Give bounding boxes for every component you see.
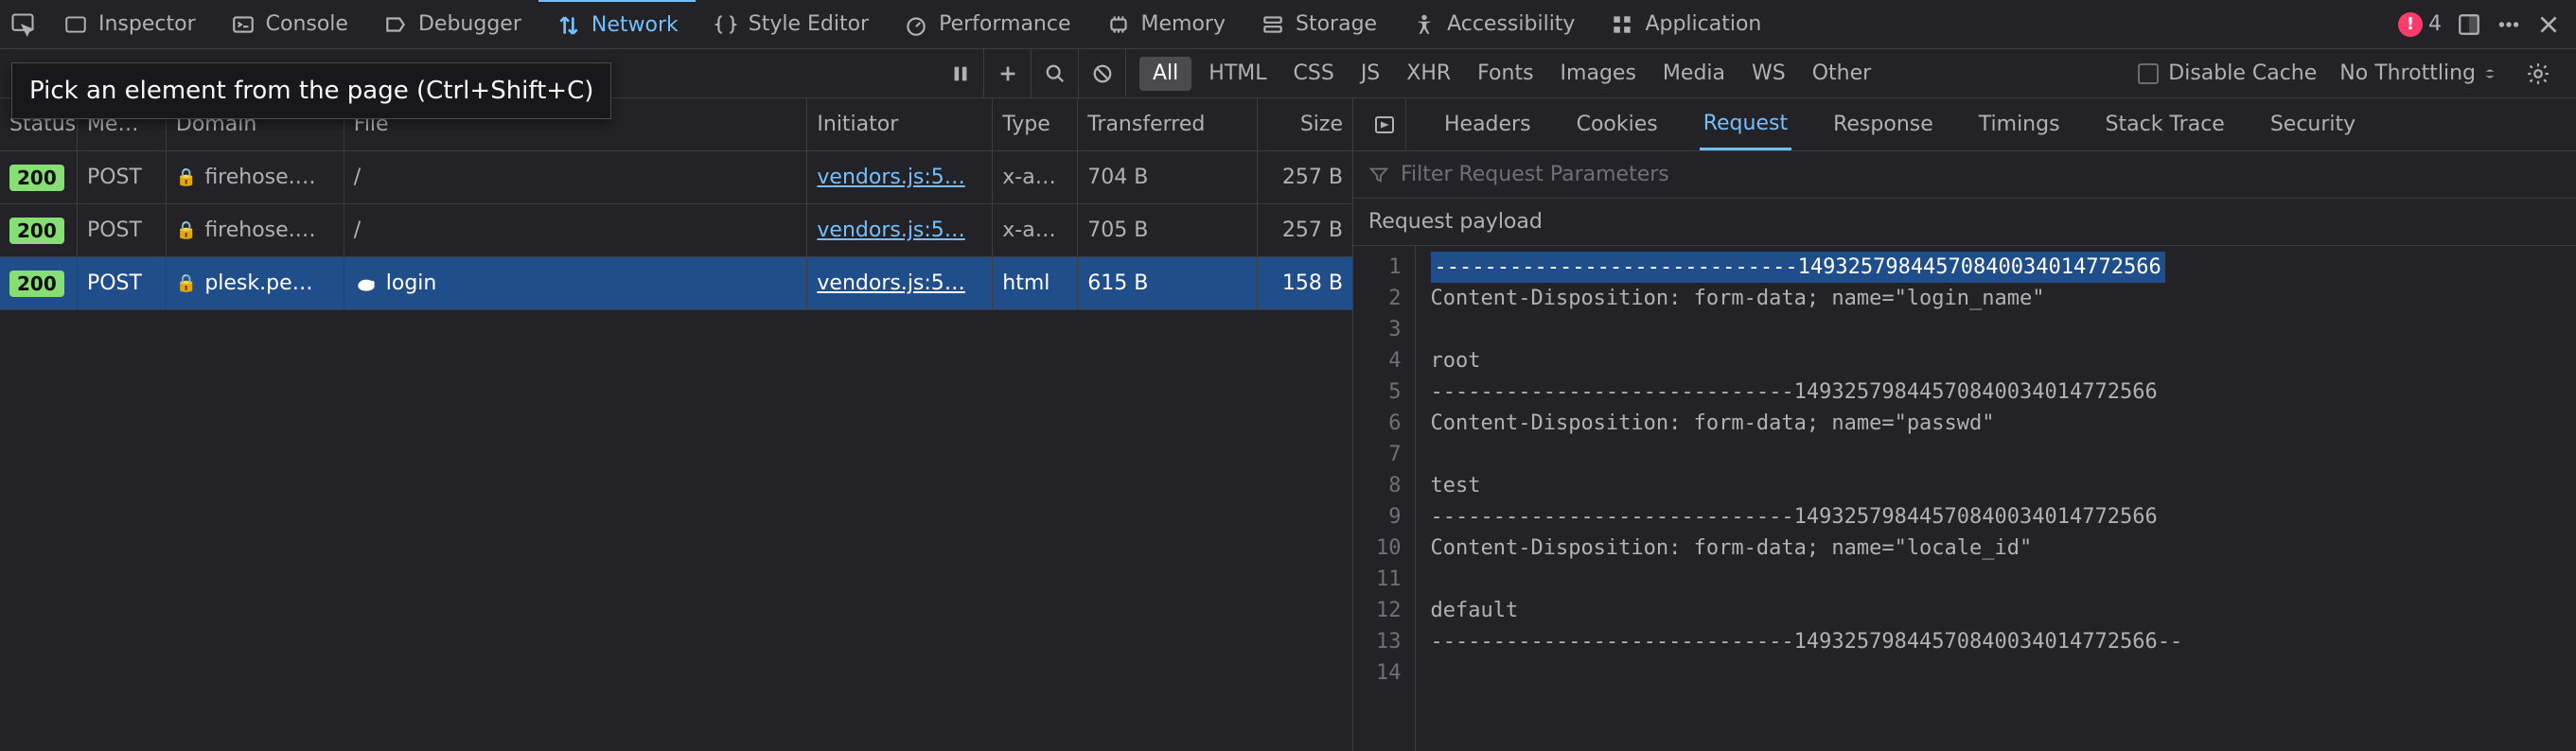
block-icon[interactable] [1079, 49, 1126, 97]
tab-application[interactable]: Application [1592, 0, 1778, 48]
code-line[interactable]: root [1431, 345, 2562, 376]
detail-tab-cookies[interactable]: Cookies [1573, 98, 1662, 150]
status-badge: 200 [9, 218, 64, 244]
request-row[interactable]: 200POST🔒plesk.pe…loginvendors.js:5…html6… [0, 257, 1352, 310]
filter-fonts[interactable]: Fonts [1464, 49, 1546, 97]
initiator-link[interactable]: vendors.js:5… [817, 271, 964, 295]
code-line[interactable] [1431, 314, 2562, 345]
debugger-icon [382, 11, 409, 38]
code-line[interactable]: default [1431, 595, 2562, 626]
filter-xhr[interactable]: XHR [1393, 49, 1464, 97]
initiator-link[interactable]: vendors.js:5… [817, 166, 964, 189]
code-line[interactable]: Content-Disposition: form-data; name="lo… [1431, 283, 2562, 314]
code-line[interactable]: Content-Disposition: form-data; name="lo… [1431, 533, 2562, 564]
detail-tab-timings[interactable]: Timings [1975, 98, 2064, 150]
detail-tab-stack-trace[interactable]: Stack Trace [2102, 98, 2229, 150]
code-line[interactable] [1431, 657, 2562, 689]
network-icon [556, 12, 582, 39]
request-row[interactable]: 200POST🔒firehose.…/vendors.js:5…x-a…705 … [0, 204, 1352, 257]
tab-performance[interactable]: Performance [886, 0, 1087, 48]
cursor-icon [9, 11, 36, 38]
code-line[interactable]: -----------------------------14932579844… [1431, 252, 2562, 283]
tab-accessibility[interactable]: Accessibility [1394, 0, 1592, 48]
tab-debugger[interactable]: Debugger [365, 0, 538, 48]
filter-images[interactable]: Images [1547, 49, 1650, 97]
tab-memory[interactable]: Memory [1088, 0, 1243, 48]
accessibility-icon [1411, 11, 1438, 38]
element-picker-tooltip: Pick an element from the page (Ctrl+Shif… [11, 62, 611, 119]
code-line[interactable]: test [1431, 470, 2562, 501]
meatball-menu-icon[interactable] [2497, 12, 2521, 37]
disable-cache-checkbox[interactable]: Disable Cache [2138, 61, 2317, 85]
network-requests-table: Status Me… Domain File Initiator Type Tr… [0, 98, 1353, 751]
filter-all[interactable]: All [1139, 57, 1191, 91]
detail-tab-headers[interactable]: Headers [1440, 98, 1535, 150]
memory-icon [1105, 11, 1132, 38]
filter-media[interactable]: Media [1650, 49, 1738, 97]
request-payload-code[interactable]: 1234567891011121314 --------------------… [1353, 246, 2576, 751]
console-icon [230, 11, 256, 38]
style-icon [713, 11, 739, 38]
request-details-panel: Headers Cookies Request Response Timings Stac… [1353, 98, 2576, 751]
filter-css[interactable]: CSS [1280, 49, 1348, 97]
detail-tab-security[interactable]: Security [2267, 98, 2359, 150]
perf-icon [903, 11, 929, 38]
filter-other[interactable]: Other [1799, 49, 1884, 97]
detail-tab-request[interactable]: Request [1700, 98, 1791, 150]
filter-js[interactable]: JS [1348, 49, 1393, 97]
code-line[interactable]: Content-Disposition: form-data; name="pa… [1431, 408, 2562, 439]
column-initiator[interactable]: Initiator [807, 98, 993, 150]
dock-icon[interactable] [2457, 12, 2481, 37]
error-count-badge[interactable]: ! 4 [2398, 12, 2442, 37]
inspector-icon [62, 11, 89, 38]
devtools-toolbar: InspectorConsoleDebuggerNetworkStyle Edi… [0, 0, 2576, 49]
application-icon [1609, 11, 1635, 38]
column-type[interactable]: Type [993, 98, 1078, 150]
request-payload-label: Request payload [1353, 199, 2576, 246]
status-badge: 200 [9, 271, 64, 297]
filter-html[interactable]: HTML [1195, 49, 1279, 97]
filter-request-params[interactable]: Filter Request Parameters [1353, 151, 2576, 199]
turtle-icon [354, 271, 379, 296]
lock-icon: 🔒 [176, 220, 197, 240]
code-line[interactable]: -----------------------------14932579844… [1431, 626, 2562, 657]
tab-storage[interactable]: Storage [1243, 0, 1394, 48]
code-line[interactable] [1431, 439, 2562, 470]
throttling-select[interactable]: No Throttling [2339, 61, 2497, 85]
settings-gear-icon[interactable] [2519, 61, 2557, 86]
code-line[interactable]: -----------------------------14932579844… [1431, 376, 2562, 408]
pause-icon[interactable] [937, 49, 984, 97]
request-row[interactable]: 200POST🔒firehose.…/vendors.js:5…x-a…704 … [0, 151, 1352, 204]
tab-console[interactable]: Console [213, 0, 365, 48]
search-icon[interactable] [1032, 49, 1079, 97]
detail-tab-response[interactable]: Response [1829, 98, 1937, 150]
toggle-raw-icon[interactable] [1363, 98, 1406, 150]
lock-icon: 🔒 [176, 167, 197, 187]
element-picker-button[interactable] [0, 0, 45, 48]
initiator-link[interactable]: vendors.js:5… [817, 218, 964, 242]
add-icon[interactable] [984, 49, 1032, 97]
details-tabs: Headers Cookies Request Response Timings Stac… [1353, 98, 2576, 151]
close-devtools-icon[interactable] [2536, 12, 2561, 37]
code-line[interactable] [1431, 564, 2562, 595]
filter-ws[interactable]: WS [1738, 49, 1799, 97]
tab-inspector[interactable]: Inspector [45, 0, 213, 48]
lock-icon: 🔒 [176, 273, 197, 293]
status-badge: 200 [9, 165, 64, 191]
storage-icon [1260, 11, 1286, 38]
code-line[interactable]: -----------------------------14932579844… [1431, 501, 2562, 533]
tab-network[interactable]: Network [538, 0, 696, 48]
column-size[interactable]: Size [1258, 98, 1352, 150]
tab-style-editor[interactable]: Style Editor [696, 0, 886, 48]
column-transferred[interactable]: Transferred [1078, 98, 1258, 150]
